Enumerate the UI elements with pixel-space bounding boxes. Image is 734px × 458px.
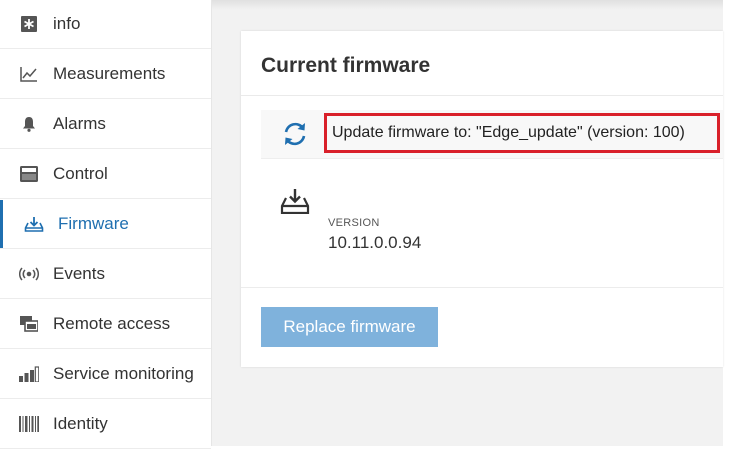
- card-header-divider: [241, 95, 723, 96]
- events-icon: [19, 264, 39, 284]
- sidebar-item-label: Control: [53, 164, 108, 183]
- sidebar-item-identity[interactable]: Identity: [0, 400, 211, 449]
- sidebar-item-label: Identity: [53, 414, 108, 433]
- bell-icon: [19, 114, 39, 134]
- version-label: VERSION: [328, 217, 380, 229]
- sidebar-item-label: Measurements: [53, 64, 166, 83]
- sidebar-item-events[interactable]: Events: [0, 250, 211, 299]
- card-divider: [241, 287, 723, 288]
- update-firmware-text: Update firmware to: "Edge_update" (versi…: [324, 113, 720, 153]
- chart-line-icon: [19, 64, 39, 84]
- sidebar-item-remote-access[interactable]: Remote access: [0, 300, 211, 349]
- sidebar-item-alarms[interactable]: Alarms: [0, 100, 211, 149]
- sidebar-item-label: Alarms: [53, 114, 106, 133]
- firmware-download-icon: [280, 188, 310, 216]
- update-firmware-row: Update firmware to: "Edge_update" (versi…: [261, 110, 723, 159]
- sidebar: info Measurements Alarms Control Firmwar…: [0, 0, 212, 449]
- sidebar-item-label: info: [53, 14, 81, 33]
- refresh-icon: [281, 120, 309, 148]
- main-content: Current firmware Update firmware to: "Ed…: [212, 0, 723, 446]
- replace-firmware-button[interactable]: Replace firmware: [261, 307, 438, 347]
- control-icon: [19, 164, 39, 184]
- remote-access-icon: [19, 314, 39, 334]
- barcode-icon: [19, 414, 39, 434]
- sidebar-item-firmware[interactable]: Firmware: [0, 200, 211, 249]
- sidebar-item-label: Remote access: [53, 314, 171, 333]
- sidebar-item-info[interactable]: info: [0, 0, 211, 49]
- sidebar-item-control[interactable]: Control: [0, 150, 211, 199]
- bars-icon: [19, 364, 39, 384]
- firmware-icon: [24, 214, 44, 234]
- sidebar-item-measurements[interactable]: Measurements: [0, 50, 211, 99]
- sidebar-item-label: Firmware: [58, 214, 129, 233]
- sidebar-item-label: Events: [53, 264, 105, 283]
- sidebar-item-label: Service monitoring: [53, 364, 194, 383]
- version-value: 10.11.0.0.94: [328, 233, 422, 252]
- info-icon: [19, 14, 39, 34]
- sidebar-item-service-monitoring[interactable]: Service monitoring: [0, 350, 211, 399]
- card-title: Current firmware: [261, 54, 431, 77]
